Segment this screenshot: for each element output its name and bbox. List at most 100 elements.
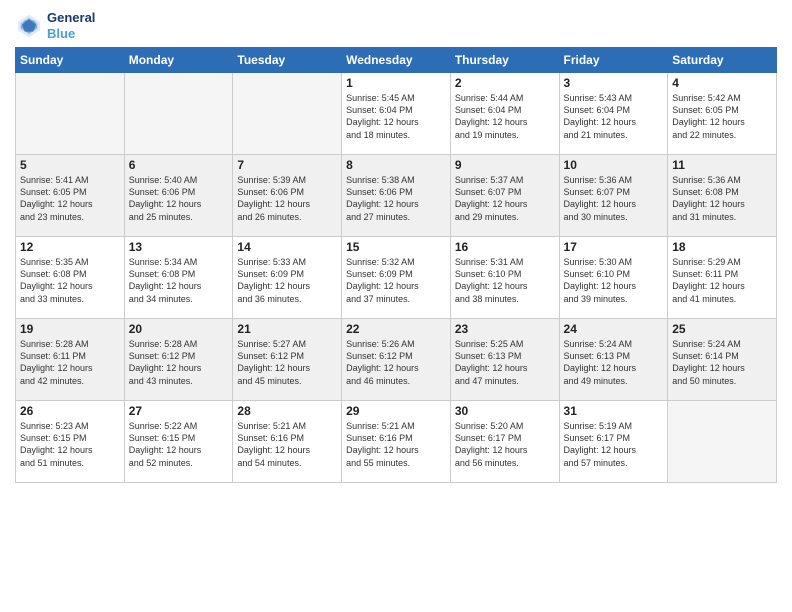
- day-number: 21: [237, 322, 337, 336]
- day-info: Sunrise: 5:28 AM Sunset: 6:12 PM Dayligh…: [129, 338, 229, 387]
- calendar-day-9: 9 Sunrise: 5:37 AM Sunset: 6:07 PM Daylig…: [450, 155, 559, 237]
- calendar-day-20: 20Sunrise: 5:28 AM Sunset: 6:12 PM Dayli…: [124, 319, 233, 401]
- logo: General Blue: [15, 10, 95, 41]
- day-number: 6: [129, 158, 229, 172]
- day-number: 16: [455, 240, 555, 254]
- day-info: Sunrise: 5:37 AM Sunset: 6:07 PM Dayligh…: [455, 174, 555, 223]
- day-number: 1: [346, 76, 446, 90]
- calendar-day-7: 7Sunrise: 5:39 AM Sunset: 6:06 PM Daylig…: [233, 155, 342, 237]
- day-number: 5: [20, 158, 120, 172]
- weekday-header-friday: Friday: [559, 48, 668, 73]
- calendar-empty-cell: [233, 73, 342, 155]
- calendar-day-27: 27 Sunrise: 5:22 AM Sunset: 6:15 PM Dayli…: [124, 401, 233, 483]
- calendar-day-25: 25 Sunrise: 5:24 AM Sunset: 6:14 PM Dayli…: [668, 319, 777, 401]
- calendar-empty-cell: [668, 401, 777, 483]
- weekday-header-tuesday: Tuesday: [233, 48, 342, 73]
- day-number: 18: [672, 240, 772, 254]
- day-number: 10: [564, 158, 664, 172]
- day-info: Sunrise: 5:19 AM Sunset: 6:17 PM Dayligh…: [564, 420, 664, 469]
- day-info: Sunrise: 5:22 AM Sunset: 6:15 PM Dayligh…: [129, 420, 229, 469]
- day-number: 17: [564, 240, 664, 254]
- day-number: 4: [672, 76, 772, 90]
- day-number: 27: [129, 404, 229, 418]
- header: General Blue: [15, 10, 777, 41]
- weekday-header-saturday: Saturday: [668, 48, 777, 73]
- calendar-day-4: 4 Sunrise: 5:42 AM Sunset: 6:05 PM Daylig…: [668, 73, 777, 155]
- calendar-day-22: 22 Sunrise: 5:26 AM Sunset: 6:12 PM Dayli…: [342, 319, 451, 401]
- calendar-empty-cell: [124, 73, 233, 155]
- calendar-week-row: 5 Sunrise: 5:41 AM Sunset: 6:05 PM Daylig…: [16, 155, 777, 237]
- day-number: 8: [346, 158, 446, 172]
- logo-icon: [15, 12, 43, 40]
- day-info: Sunrise: 5:44 AM Sunset: 6:04 PM Dayligh…: [455, 92, 555, 141]
- day-number: 2: [455, 76, 555, 90]
- day-number: 11: [672, 158, 772, 172]
- day-info: Sunrise: 5:26 AM Sunset: 6:12 PM Dayligh…: [346, 338, 446, 387]
- calendar-day-31: 31 Sunrise: 5:19 AM Sunset: 6:17 PM Dayli…: [559, 401, 668, 483]
- weekday-header-thursday: Thursday: [450, 48, 559, 73]
- calendar-week-row: 12 Sunrise: 5:35 AM Sunset: 6:08 PM Dayli…: [16, 237, 777, 319]
- day-number: 30: [455, 404, 555, 418]
- calendar-week-row: 26 Sunrise: 5:23 AM Sunset: 6:15 PM Dayli…: [16, 401, 777, 483]
- page: General Blue SundayMondayTuesdayWednesda…: [0, 0, 792, 612]
- day-info: Sunrise: 5:35 AM Sunset: 6:08 PM Dayligh…: [20, 256, 120, 305]
- day-info: Sunrise: 5:23 AM Sunset: 6:15 PM Dayligh…: [20, 420, 120, 469]
- day-number: 12: [20, 240, 120, 254]
- day-info: Sunrise: 5:36 AM Sunset: 6:07 PM Dayligh…: [564, 174, 664, 223]
- day-number: 26: [20, 404, 120, 418]
- calendar-day-14: 14 Sunrise: 5:33 AM Sunset: 6:09 PM Dayli…: [233, 237, 342, 319]
- calendar-day-24: 24Sunrise: 5:24 AM Sunset: 6:13 PM Dayli…: [559, 319, 668, 401]
- calendar-day-6: 6 Sunrise: 5:40 AM Sunset: 6:06 PM Daylig…: [124, 155, 233, 237]
- day-number: 14: [237, 240, 337, 254]
- day-info: Sunrise: 5:31 AM Sunset: 6:10 PM Dayligh…: [455, 256, 555, 305]
- day-number: 19: [20, 322, 120, 336]
- calendar-day-29: 29Sunrise: 5:21 AM Sunset: 6:16 PM Dayli…: [342, 401, 451, 483]
- day-info: Sunrise: 5:43 AM Sunset: 6:04 PM Dayligh…: [564, 92, 664, 141]
- day-info: Sunrise: 5:40 AM Sunset: 6:06 PM Dayligh…: [129, 174, 229, 223]
- calendar-day-16: 16 Sunrise: 5:31 AM Sunset: 6:10 PM Dayli…: [450, 237, 559, 319]
- day-info: Sunrise: 5:30 AM Sunset: 6:10 PM Dayligh…: [564, 256, 664, 305]
- day-number: 3: [564, 76, 664, 90]
- calendar-day-23: 23 Sunrise: 5:25 AM Sunset: 6:13 PM Dayli…: [450, 319, 559, 401]
- calendar-day-30: 30 Sunrise: 5:20 AM Sunset: 6:17 PM Dayli…: [450, 401, 559, 483]
- day-info: Sunrise: 5:25 AM Sunset: 6:13 PM Dayligh…: [455, 338, 555, 387]
- day-info: Sunrise: 5:24 AM Sunset: 6:13 PM Dayligh…: [564, 338, 664, 387]
- weekday-header-row: SundayMondayTuesdayWednesdayThursdayFrid…: [16, 48, 777, 73]
- day-info: Sunrise: 5:21 AM Sunset: 6:16 PM Dayligh…: [346, 420, 446, 469]
- calendar-week-row: 1Sunrise: 5:45 AM Sunset: 6:04 PM Daylig…: [16, 73, 777, 155]
- weekday-header-wednesday: Wednesday: [342, 48, 451, 73]
- day-info: Sunrise: 5:34 AM Sunset: 6:08 PM Dayligh…: [129, 256, 229, 305]
- day-number: 7: [237, 158, 337, 172]
- calendar-day-1: 1Sunrise: 5:45 AM Sunset: 6:04 PM Daylig…: [342, 73, 451, 155]
- day-number: 28: [237, 404, 337, 418]
- day-info: Sunrise: 5:20 AM Sunset: 6:17 PM Dayligh…: [455, 420, 555, 469]
- calendar-day-12: 12 Sunrise: 5:35 AM Sunset: 6:08 PM Dayli…: [16, 237, 125, 319]
- day-info: Sunrise: 5:41 AM Sunset: 6:05 PM Dayligh…: [20, 174, 120, 223]
- calendar-table: SundayMondayTuesdayWednesdayThursdayFrid…: [15, 47, 777, 483]
- day-number: 25: [672, 322, 772, 336]
- day-info: Sunrise: 5:29 AM Sunset: 6:11 PM Dayligh…: [672, 256, 772, 305]
- calendar-day-26: 26 Sunrise: 5:23 AM Sunset: 6:15 PM Dayli…: [16, 401, 125, 483]
- calendar-day-18: 18 Sunrise: 5:29 AM Sunset: 6:11 PM Dayli…: [668, 237, 777, 319]
- day-number: 15: [346, 240, 446, 254]
- day-number: 31: [564, 404, 664, 418]
- day-info: Sunrise: 5:42 AM Sunset: 6:05 PM Dayligh…: [672, 92, 772, 141]
- day-info: Sunrise: 5:21 AM Sunset: 6:16 PM Dayligh…: [237, 420, 337, 469]
- day-info: Sunrise: 5:36 AM Sunset: 6:08 PM Dayligh…: [672, 174, 772, 223]
- calendar-day-10: 10 Sunrise: 5:36 AM Sunset: 6:07 PM Dayli…: [559, 155, 668, 237]
- day-number: 9: [455, 158, 555, 172]
- calendar-empty-cell: [16, 73, 125, 155]
- calendar-day-28: 28 Sunrise: 5:21 AM Sunset: 6:16 PM Dayli…: [233, 401, 342, 483]
- calendar-day-11: 11 Sunrise: 5:36 AM Sunset: 6:08 PM Dayli…: [668, 155, 777, 237]
- day-info: Sunrise: 5:33 AM Sunset: 6:09 PM Dayligh…: [237, 256, 337, 305]
- day-info: Sunrise: 5:27 AM Sunset: 6:12 PM Dayligh…: [237, 338, 337, 387]
- calendar-day-15: 15Sunrise: 5:32 AM Sunset: 6:09 PM Dayli…: [342, 237, 451, 319]
- day-info: Sunrise: 5:38 AM Sunset: 6:06 PM Dayligh…: [346, 174, 446, 223]
- day-number: 13: [129, 240, 229, 254]
- day-info: Sunrise: 5:24 AM Sunset: 6:14 PM Dayligh…: [672, 338, 772, 387]
- calendar-day-21: 21 Sunrise: 5:27 AM Sunset: 6:12 PM Dayli…: [233, 319, 342, 401]
- weekday-header-monday: Monday: [124, 48, 233, 73]
- day-number: 23: [455, 322, 555, 336]
- day-number: 22: [346, 322, 446, 336]
- logo-text: General Blue: [47, 10, 95, 41]
